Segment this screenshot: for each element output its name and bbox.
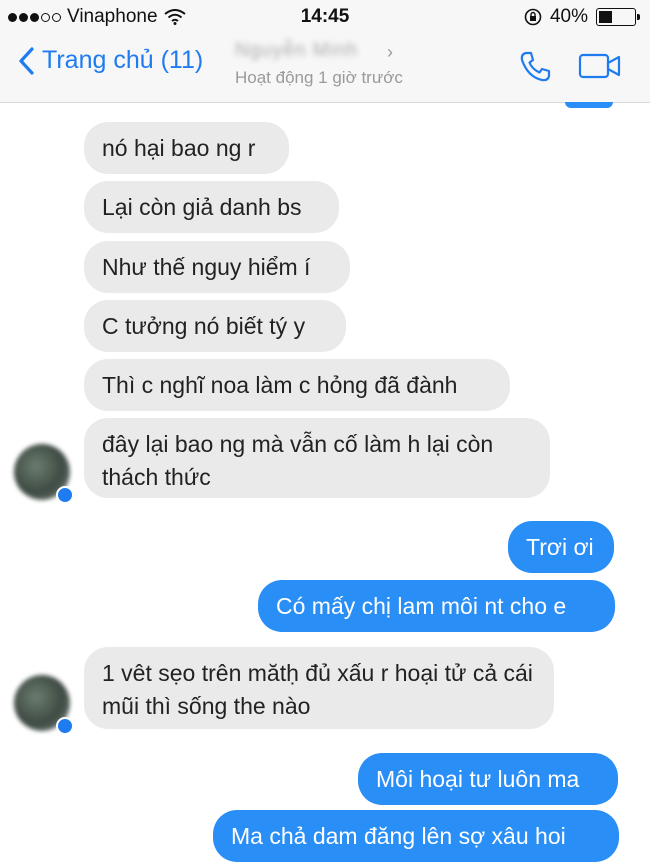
message-incoming[interactable]: Như thế nguy hiểm í [84,241,350,293]
message-incoming[interactable]: nó hại bao ng r [84,122,289,174]
message-outgoing[interactable]: Môi hoại tư luôn ma [358,753,618,805]
contact-status: Hoạt động 1 giờ trước [235,68,403,87]
message-incoming[interactable]: C tưởng nó biết tý y [84,300,346,352]
lock-rotation-icon [524,8,542,26]
chevron-right-icon: › [387,42,393,62]
battery-percent: 40% [549,6,588,27]
back-chevron-icon [19,46,34,75]
message-incoming[interactable]: 1 vêt sẹo trên mătḥ đủ xấu r hoại tử cả … [84,647,554,729]
back-label: Trang chủ (11) [42,46,204,74]
battery-icon [596,8,640,26]
message-outgoing[interactable]: Ma chả dam đăng lên sợ xâu hoi [213,810,619,862]
status-bar: Vinaphone 14:45 40% [0,0,650,34]
message-outgoing[interactable]: Trơi ơi [508,521,614,573]
message-incoming[interactable]: Lại còn giả danh bs [84,181,339,233]
contact-info[interactable]: Nguyễn Minh › Hoạt động 1 giờ trước [235,40,403,88]
back-button[interactable]: Trang chủ (11) [18,46,203,75]
contact-name: Nguyễn Minh [235,40,358,61]
message-incoming[interactable]: đây lại bao ng mà vẫn cố làm h lại còn t… [84,418,550,498]
video-camera-icon[interactable] [578,53,622,79]
conversation-header: Trang chủ (11) Nguyễn Minh › Hoạt động 1… [0,34,650,103]
phone-icon[interactable] [518,50,552,84]
message-outgoing[interactable]: Có mấy chị lam môi nt cho e [258,580,615,632]
previous-message-edge [565,102,613,108]
message-incoming[interactable]: Thì c nghĩ noa làm c hỏng đã đành [84,359,510,411]
messenger-badge-icon [56,717,74,735]
battery-area: 40% [524,6,640,28]
messenger-badge-icon [56,486,74,504]
message-thread: nó hại bao ng r Lại còn giả danh bs Như … [0,102,650,866]
